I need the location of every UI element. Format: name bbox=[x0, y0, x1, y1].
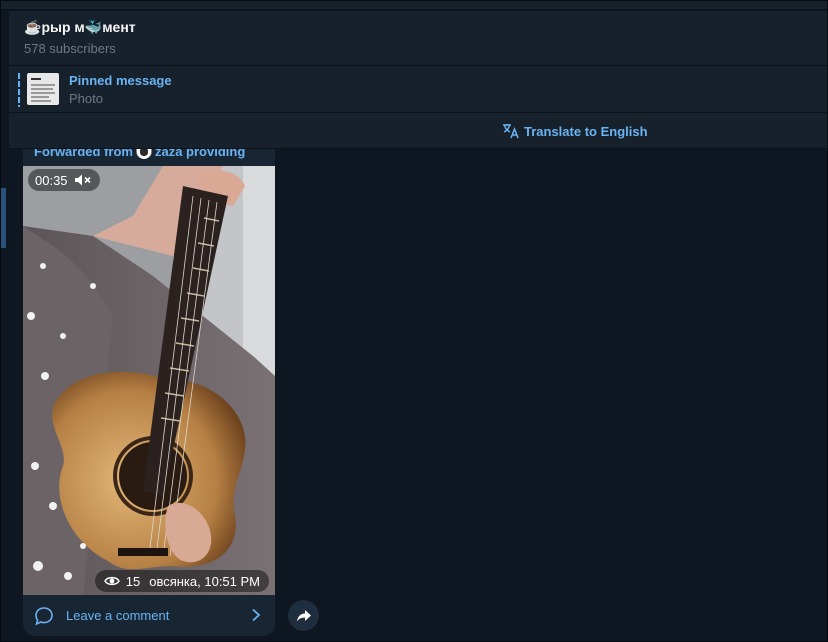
message-bubble[interactable]: Forwarded from zaza providing 00:35 15 о… bbox=[23, 149, 275, 636]
subscriber-count: 578 subscribers bbox=[24, 41, 116, 56]
translate-button[interactable]: Translate to English bbox=[502, 123, 648, 139]
video-duration-badge[interactable]: 00:35 bbox=[28, 169, 100, 191]
message-meta: 15 овсянка, 10:51 PM bbox=[94, 570, 269, 592]
coffee-cup-icon: ☕ bbox=[24, 18, 42, 35]
pinned-message-bar[interactable]: Pinned message Photo bbox=[9, 65, 827, 113]
translate-bar[interactable]: Translate to English bbox=[9, 113, 827, 149]
pinned-subtitle: Photo bbox=[69, 91, 103, 106]
leave-comment-label: Leave a comment bbox=[66, 608, 170, 623]
forwarded-prefix: Forwarded from bbox=[34, 149, 133, 159]
pinned-photo-thumbnail bbox=[27, 73, 59, 105]
pinned-indicator bbox=[18, 73, 20, 107]
comment-bubble-icon bbox=[35, 607, 53, 626]
leave-comment-button[interactable]: Leave a comment bbox=[23, 595, 275, 636]
chat-window: ☕ рыр м 🐳 мент 578 subscribers Pinned me… bbox=[0, 0, 828, 642]
forward-share-button[interactable] bbox=[288, 600, 319, 631]
translate-icon bbox=[503, 124, 519, 139]
video-frame bbox=[23, 166, 275, 595]
video-preview[interactable]: 00:35 15 овсянка, 10:51 PM bbox=[23, 166, 275, 595]
scroll-indicator[interactable] bbox=[1, 188, 6, 248]
channel-title-part1: рыр м bbox=[41, 19, 85, 35]
forwarded-header[interactable]: Forwarded from zaza providing bbox=[34, 149, 245, 159]
top-strip bbox=[1, 1, 827, 10]
video-duration: 00:35 bbox=[35, 172, 68, 188]
forwarded-avatar bbox=[135, 149, 152, 159]
share-arrow-icon bbox=[296, 609, 311, 622]
channel-title-part2: мент bbox=[102, 19, 136, 35]
forwarded-name[interactable]: zaza providing bbox=[155, 149, 245, 159]
translate-label: Translate to English bbox=[524, 123, 648, 139]
channel-header[interactable]: ☕ рыр м 🐳 мент 578 subscribers bbox=[9, 11, 827, 65]
eye-icon bbox=[103, 576, 120, 586]
whale-icon: 🐳 bbox=[84, 18, 103, 35]
channel-title: ☕ рыр м 🐳 мент bbox=[24, 17, 827, 37]
view-count: 15 bbox=[125, 573, 141, 589]
author-and-time: овсянка, 10:51 PM bbox=[149, 573, 260, 589]
chevron-right-icon bbox=[252, 608, 261, 622]
muted-speaker-icon[interactable] bbox=[74, 173, 92, 187]
pinned-title: Pinned message bbox=[69, 73, 172, 88]
